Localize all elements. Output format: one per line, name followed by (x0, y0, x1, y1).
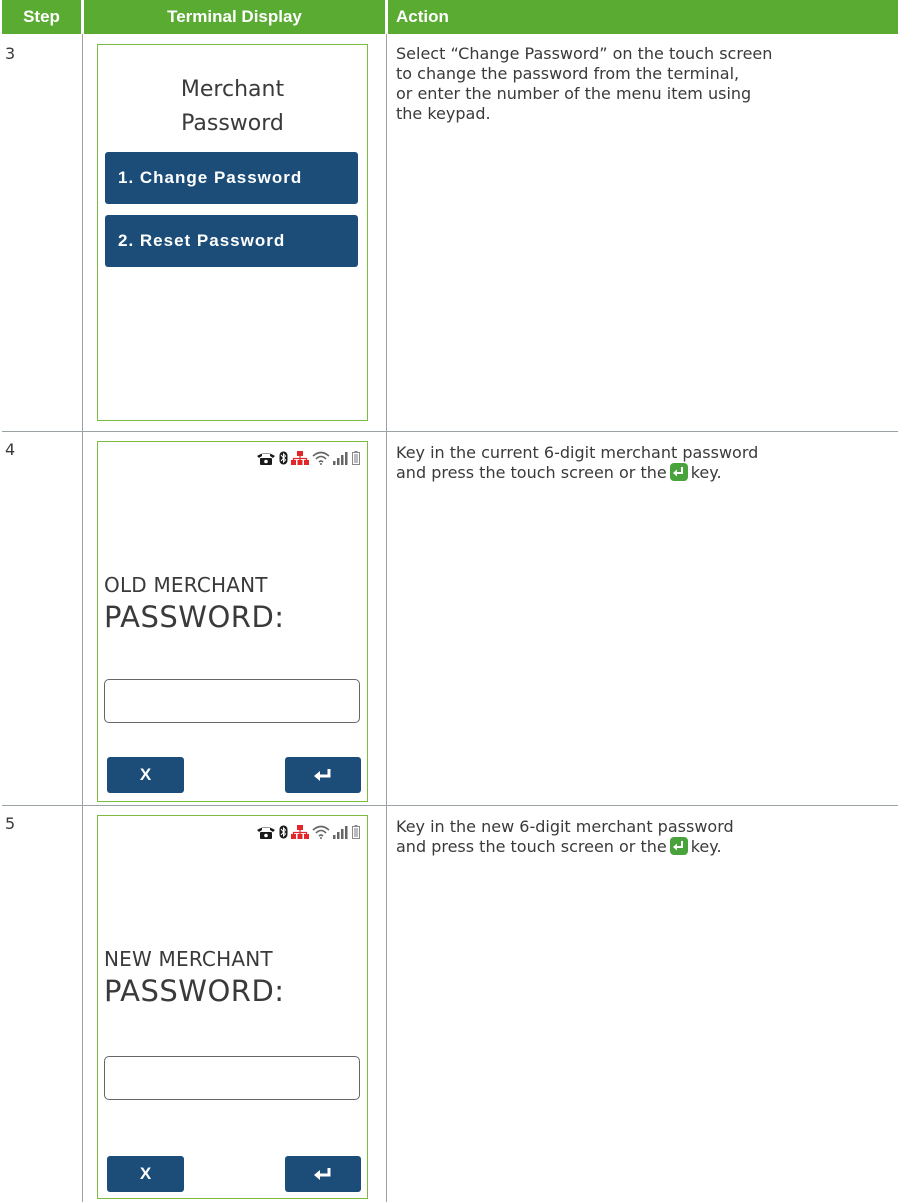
wifi-icon (312, 825, 330, 839)
action-text: Key in the new 6-digit merchant password… (396, 817, 876, 857)
menu-title-line1: Merchant (180, 77, 285, 102)
header-terminal-display: Terminal Display (84, 0, 385, 34)
enter-key-icon (669, 463, 688, 481)
action-line: and press the touch screen or the key. (396, 463, 876, 483)
password-label-line1: NEW MERCHANT (104, 947, 273, 971)
cancel-button[interactable]: X (107, 757, 184, 793)
terminal-screen-new-password: NEW MERCHANT PASSWORD: X (97, 815, 368, 1199)
ethernet-icon (291, 451, 309, 465)
signal-bars-icon (333, 452, 348, 465)
terminal-screen-old-password: OLD MERCHANT PASSWORD: X (97, 441, 368, 802)
terminal-screen-merchant-menu: Merchant Password 1. Change Password 2. … (97, 44, 368, 421)
battery-icon (352, 451, 360, 465)
table-border-mid (386, 34, 387, 1202)
ethernet-icon (291, 825, 309, 839)
enter-arrow-icon (314, 1168, 331, 1180)
change-password-button[interactable]: 1. Change Password (105, 152, 358, 204)
action-text: Select “Change Password” on the touch sc… (396, 44, 876, 124)
step-number: 3 (5, 44, 16, 63)
row-divider (2, 431, 898, 432)
action-line: Key in the current 6-digit merchant pass… (396, 443, 759, 462)
signal-bars-icon (333, 826, 348, 839)
action-line-text: and press the touch screen or the (396, 837, 667, 856)
action-line-text: key. (690, 837, 722, 856)
row-divider (2, 805, 898, 806)
action-line: the keypad. (396, 104, 491, 123)
header-action: Action (388, 0, 898, 34)
password-label-line2: PASSWORD: (104, 974, 285, 1008)
action-line: or enter the number of the menu item usi… (396, 84, 752, 103)
enter-button[interactable] (285, 1156, 361, 1192)
battery-icon (352, 825, 360, 839)
status-bar (256, 451, 360, 465)
wifi-icon (312, 451, 330, 465)
password-label-line1: OLD MERCHANT (104, 573, 268, 597)
cancel-button[interactable]: X (107, 1156, 184, 1192)
reset-password-button[interactable]: 2. Reset Password (105, 215, 358, 267)
action-line: Select “Change Password” on the touch sc… (396, 44, 773, 63)
table-border-left (82, 34, 83, 1202)
enter-arrow-icon (314, 769, 331, 781)
phone-icon (257, 453, 275, 465)
action-line-text: and press the touch screen or the (396, 463, 667, 482)
step-number: 4 (5, 440, 16, 459)
action-line-text: key. (690, 463, 722, 482)
action-text: Key in the current 6-digit merchant pass… (396, 443, 876, 483)
password-label-line2: PASSWORD: (104, 600, 285, 634)
action-line: Key in the new 6-digit merchant password (396, 817, 734, 836)
enter-button[interactable] (285, 757, 361, 793)
status-bar (256, 825, 360, 839)
enter-key-icon (669, 837, 688, 855)
password-input[interactable] (104, 679, 360, 723)
step-number: 5 (5, 814, 16, 833)
header-step: Step (2, 0, 81, 34)
action-line: to change the password from the terminal… (396, 64, 740, 83)
action-line: and press the touch screen or the key. (396, 837, 876, 857)
phone-icon (257, 827, 275, 839)
bluetooth-icon (279, 451, 288, 465)
password-input[interactable] (104, 1056, 360, 1100)
bluetooth-icon (279, 825, 288, 839)
menu-title-line2: Password (181, 111, 284, 136)
